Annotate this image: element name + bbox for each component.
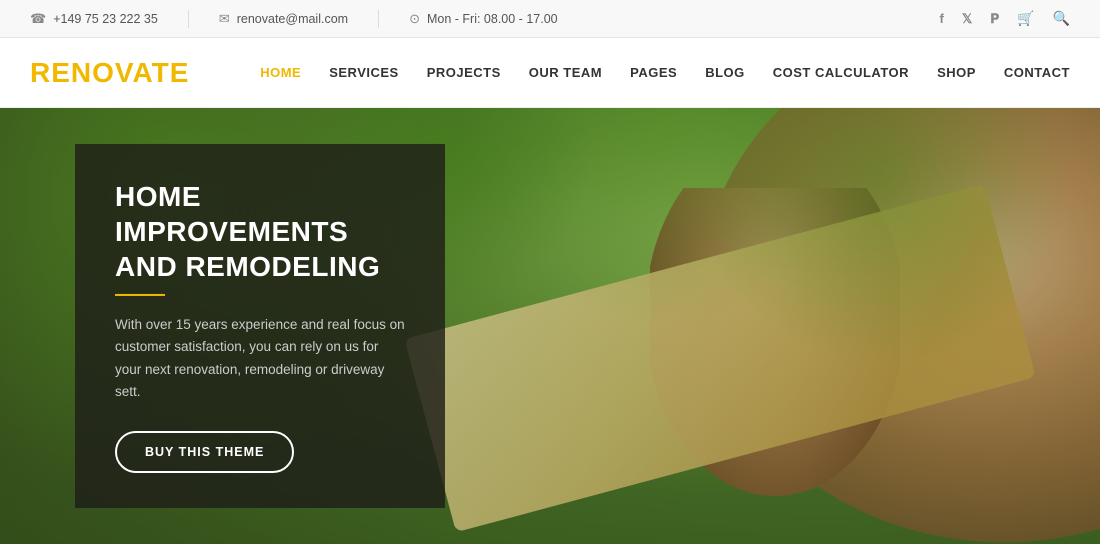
twitter-icon[interactable]: 𝕏 xyxy=(962,11,972,27)
nav-item-blog[interactable]: BLOG xyxy=(705,65,745,80)
site-logo[interactable]: RENOVATE xyxy=(30,57,189,89)
facebook-icon[interactable]: f xyxy=(939,11,943,26)
phone-icon: ☎ xyxy=(30,11,46,27)
email-icon: ✉ xyxy=(219,11,230,27)
hero-description: With over 15 years experience and real f… xyxy=(115,314,405,403)
cart-icon[interactable]: 🛒 xyxy=(1017,10,1034,27)
divider-2 xyxy=(378,10,379,28)
search-icon[interactable]: 🔍 xyxy=(1053,10,1070,27)
phone-info: ☎ +149 75 23 222 35 xyxy=(30,11,158,27)
email-address: renovate@mail.com xyxy=(237,12,348,26)
main-nav: HOME SERVICES PROJECTS OUR TEAM PAGES BL… xyxy=(260,65,1070,80)
hero-title-line2: AND REMODELING xyxy=(115,251,380,282)
hero-divider xyxy=(115,294,165,296)
top-bar-left: ☎ +149 75 23 222 35 ✉ renovate@mail.com … xyxy=(30,10,558,28)
nav-item-cost-calculator[interactable]: COST CALCULATOR xyxy=(773,65,909,80)
hero-content-box: HOME IMPROVEMENTS AND REMODELING With ov… xyxy=(75,144,445,508)
pinterest-icon[interactable]: 𝐏 xyxy=(990,11,999,27)
hero-title: HOME IMPROVEMENTS AND REMODELING xyxy=(115,179,405,284)
top-bar: ☎ +149 75 23 222 35 ✉ renovate@mail.com … xyxy=(0,0,1100,38)
email-info: ✉ renovate@mail.com xyxy=(219,11,348,27)
phone-number: +149 75 23 222 35 xyxy=(53,12,158,26)
hero-title-block: HOME IMPROVEMENTS AND REMODELING With ov… xyxy=(115,179,405,431)
nav-item-projects[interactable]: PROJECTS xyxy=(427,65,501,80)
nav-item-services[interactable]: SERVICES xyxy=(329,65,399,80)
business-hours: Mon - Fri: 08.00 - 17.00 xyxy=(427,12,558,26)
hours-info: ⊙ Mon - Fri: 08.00 - 17.00 xyxy=(409,11,558,27)
nav-item-shop[interactable]: SHOP xyxy=(937,65,976,80)
nav-item-pages[interactable]: PAGES xyxy=(630,65,677,80)
top-bar-right: f 𝕏 𝐏 🛒 🔍 xyxy=(939,10,1070,27)
nav-item-our-team[interactable]: OUR TEAM xyxy=(529,65,602,80)
hero-section: HOME IMPROVEMENTS AND REMODELING With ov… xyxy=(0,108,1100,544)
hero-title-line1: HOME IMPROVEMENTS xyxy=(115,181,348,247)
clock-icon: ⊙ xyxy=(409,11,420,27)
divider-1 xyxy=(188,10,189,28)
nav-item-contact[interactable]: CONTACT xyxy=(1004,65,1070,80)
nav-item-home[interactable]: HOME xyxy=(260,65,301,80)
header: RENOVATE HOME SERVICES PROJECTS OUR TEAM… xyxy=(0,38,1100,108)
buy-theme-button[interactable]: BUY THIS THEME xyxy=(115,431,294,473)
